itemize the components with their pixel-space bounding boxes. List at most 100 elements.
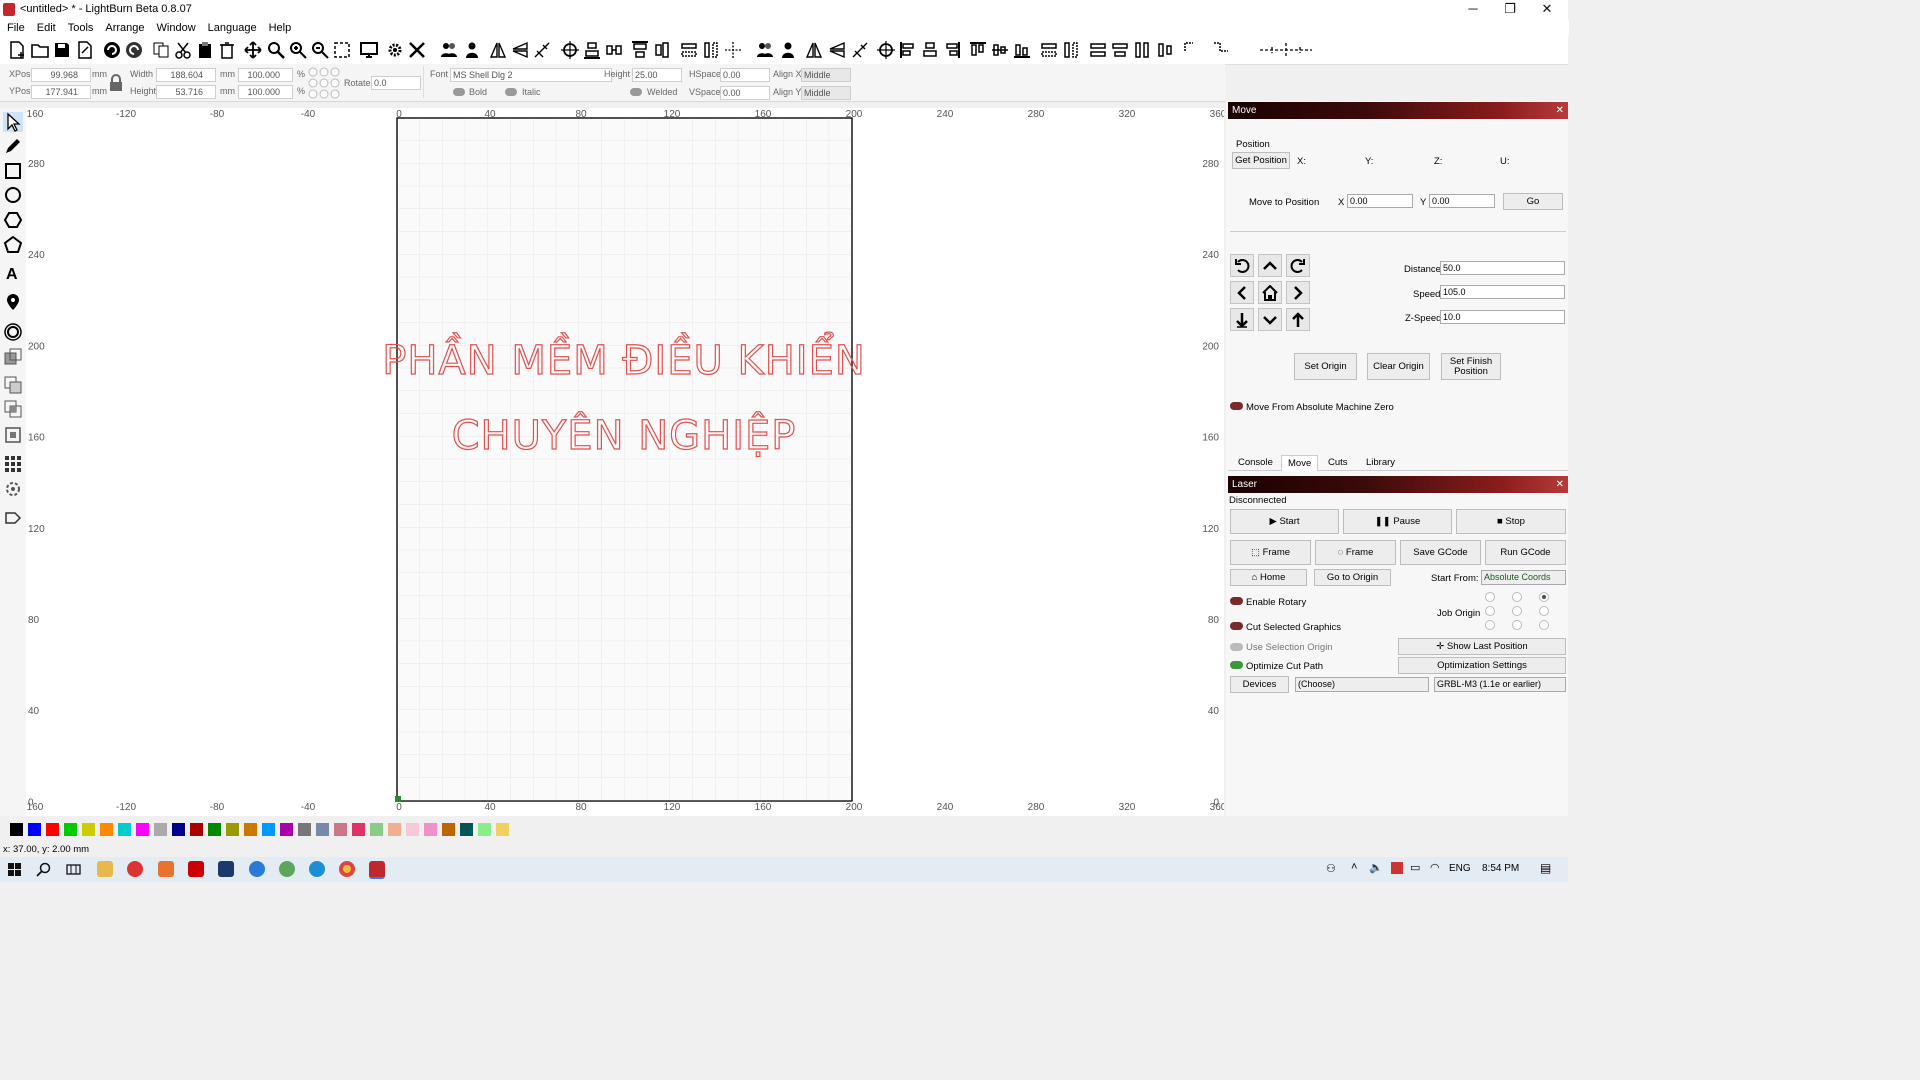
z-down-button[interactable] <box>1230 308 1254 331</box>
wifi-icon[interactable]: ◠ <box>1430 861 1440 874</box>
width-field[interactable]: 188.604 <box>156 68 216 82</box>
set-origin-button[interactable]: Set Origin <box>1294 353 1357 380</box>
ellipse-tool-icon[interactable] <box>3 185 23 205</box>
menu-window[interactable]: Window <box>151 20 202 37</box>
app-icon-1[interactable] <box>127 861 143 877</box>
palette-swatch[interactable] <box>424 823 437 836</box>
settings-gear-icon[interactable] <box>386 41 404 59</box>
paste-icon[interactable] <box>196 41 214 59</box>
copy-icon[interactable] <box>152 41 170 59</box>
undo-icon[interactable] <box>103 41 121 59</box>
xpos-field[interactable]: 99.968 <box>31 68 91 82</box>
people-icon[interactable]: ⚇ <box>1326 862 1336 875</box>
tab-cuts[interactable]: Cuts <box>1322 455 1354 470</box>
app-icon-2[interactable] <box>279 861 295 877</box>
palette-swatch[interactable] <box>208 823 221 836</box>
optimization-settings-button[interactable]: Optimization Settings <box>1398 657 1566 674</box>
distribute-h-icon[interactable] <box>1040 41 1058 59</box>
scale-width-field[interactable]: 100.000 <box>238 68 293 82</box>
weld-icon[interactable] <box>3 425 23 445</box>
palette-swatch[interactable] <box>352 823 365 836</box>
scale-height-field[interactable]: 100.000 <box>238 85 293 99</box>
start-button[interactable]: ▶ Start <box>1230 509 1339 534</box>
file-explorer-icon[interactable] <box>97 861 113 877</box>
edge-icon[interactable] <box>309 861 325 877</box>
boolean-intersect-icon[interactable] <box>3 399 23 419</box>
pen-tool-icon[interactable] <box>3 136 23 156</box>
frame-selection-icon[interactable] <box>333 41 351 59</box>
same-width-icon[interactable] <box>1089 41 1107 59</box>
job-origin-tr[interactable] <box>1539 592 1549 602</box>
center-icon[interactable] <box>877 41 895 59</box>
laser-panel-close-icon[interactable]: ✕ <box>1556 476 1564 493</box>
position-marker-icon[interactable] <box>3 292 23 312</box>
move-right-button[interactable] <box>1286 281 1310 304</box>
job-origin-bl[interactable] <box>1485 620 1495 630</box>
devices-button[interactable]: Devices <box>1230 676 1289 693</box>
rotate-cw-button[interactable] <box>1286 254 1310 277</box>
corner-icon[interactable] <box>1183 41 1201 59</box>
zoom-out-icon[interactable] <box>311 41 329 59</box>
align-bottom-icon[interactable] <box>583 41 601 59</box>
go-button[interactable]: Go <box>1503 193 1563 210</box>
zalo-icon[interactable] <box>249 861 265 877</box>
search-icon[interactable] <box>36 862 51 877</box>
palette-swatch[interactable] <box>244 823 257 836</box>
lightburn-taskbar-icon[interactable] <box>369 861 385 879</box>
tray-app-icon[interactable] <box>1391 862 1403 874</box>
align-top-edge-icon[interactable] <box>969 41 987 59</box>
array-icon[interactable] <box>756 41 774 59</box>
run-gcode-button[interactable]: Run GCode <box>1485 540 1566 565</box>
ypos-field[interactable]: 177.941 <box>31 85 91 99</box>
rectangle-tool-icon[interactable] <box>3 161 23 181</box>
distribute-v-icon[interactable] <box>1062 41 1080 59</box>
italic-toggle[interactable] <box>505 88 517 96</box>
palette-swatch[interactable] <box>370 823 383 836</box>
palette-swatch[interactable] <box>442 823 455 836</box>
palette-swatch[interactable] <box>172 823 185 836</box>
palette-swatch[interactable] <box>460 823 473 836</box>
job-origin-ml[interactable] <box>1485 606 1495 616</box>
new-file-icon[interactable] <box>8 41 26 59</box>
mirror-h-icon[interactable] <box>805 41 823 59</box>
height-field[interactable]: 53.716 <box>156 85 216 99</box>
device-select[interactable]: (Choose) <box>1295 677 1429 692</box>
palette-swatch[interactable] <box>316 823 329 836</box>
engrave-text-line-2[interactable]: CHUYÊN NGHIỆP <box>451 410 797 459</box>
circular-array-icon[interactable] <box>3 479 23 499</box>
panel-close-icon[interactable]: ✕ <box>1556 102 1564 119</box>
export-icon[interactable] <box>76 41 94 59</box>
text-tool-icon[interactable]: A <box>3 263 23 283</box>
job-origin-mr[interactable] <box>1539 606 1549 616</box>
palette-swatch[interactable] <box>10 823 23 836</box>
space-horizontal-icon[interactable] <box>680 41 698 59</box>
ungroup-icon[interactable] <box>463 41 481 59</box>
align-bottom-edge-icon[interactable] <box>1013 41 1031 59</box>
font-select[interactable]: MS Shell Dlg 2 <box>450 68 612 82</box>
align-vcenter-icon[interactable] <box>991 41 1009 59</box>
palette-swatch[interactable] <box>226 823 239 836</box>
offset-tool-icon[interactable] <box>3 322 23 342</box>
font-height-field[interactable]: 25.00 <box>632 68 682 82</box>
tray-chevron-icon[interactable]: ˄ <box>1351 861 1357 873</box>
pause-button[interactable]: ❚❚ Pause <box>1343 509 1452 534</box>
home-laser-button[interactable]: ⌂ Home <box>1230 569 1307 586</box>
palette-swatch[interactable] <box>262 823 275 836</box>
get-position-button[interactable]: Get Position <box>1232 152 1290 169</box>
move-x-input[interactable]: 0.00 <box>1347 194 1413 208</box>
vspace-field[interactable]: 0.00 <box>720 86 770 100</box>
move-y-input[interactable]: 0.00 <box>1429 194 1495 208</box>
clock[interactable]: 8:54 PM <box>1482 863 1519 874</box>
battery-icon[interactable]: ▭ <box>1410 861 1420 874</box>
clear-origin-button[interactable]: Clear Origin <box>1367 353 1430 380</box>
zoom-in-icon[interactable] <box>289 41 307 59</box>
hspace-field[interactable]: 0.00 <box>720 68 770 82</box>
lock-icon[interactable] <box>109 74 123 92</box>
maximize-button[interactable]: ❐ <box>1491 0 1529 20</box>
rotate-icon[interactable] <box>851 41 869 59</box>
flip-horizontal-icon[interactable] <box>489 41 507 59</box>
engrave-text-line-1[interactable]: PHẦN MỀM ĐIỀU KHIỂN <box>382 330 866 384</box>
save-gcode-button[interactable]: Save GCode <box>1400 540 1481 565</box>
align-center-icon[interactable] <box>561 41 579 59</box>
move-up-button[interactable] <box>1258 254 1282 277</box>
